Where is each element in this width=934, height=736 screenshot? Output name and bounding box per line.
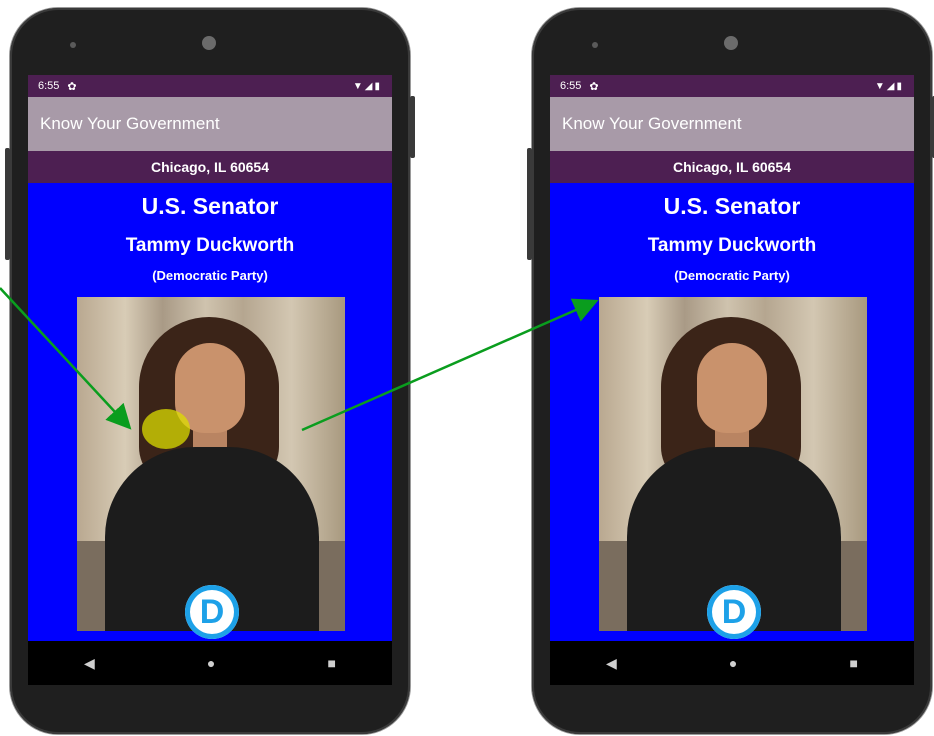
official-photo[interactable]: [77, 297, 345, 631]
camera-icon: [202, 36, 216, 50]
tap-marker: [142, 409, 190, 449]
app-screen: 6:55 ✿ ▼◢▮ Know Your Government Chicago,…: [28, 75, 392, 685]
camera-icon: [724, 36, 738, 50]
official-name: Tammy Duckworth: [125, 235, 295, 256]
office-title: U.S. Senator: [663, 193, 801, 219]
phone-frame-after: 6:55 ✿ ▼◢▮ Know Your Government Chicago,…: [527, 8, 934, 734]
app-title: Know Your Government: [40, 114, 220, 133]
app-bar: Know Your Government: [28, 97, 392, 151]
status-bar: 6:55 ✿ ▼◢▮: [550, 75, 914, 97]
speaker-icon: [70, 42, 76, 48]
app-bar: Know Your Government: [550, 97, 914, 151]
home-icon[interactable]: ●: [729, 655, 737, 671]
party-logo-icon[interactable]: D: [185, 585, 239, 639]
gear-icon: ✿: [67, 80, 77, 93]
official-name: Tammy Duckworth: [647, 235, 817, 256]
phone-frame-before: 6:55 ✿ ▼◢▮ Know Your Government Chicago,…: [5, 8, 415, 734]
location-bar: Chicago, IL 60654: [28, 151, 392, 183]
home-icon[interactable]: ●: [207, 655, 215, 671]
app-title: Know Your Government: [562, 114, 742, 133]
volume-button: [527, 148, 532, 260]
recents-icon[interactable]: ■: [849, 655, 857, 671]
official-party: (Democratic Party): [152, 268, 268, 283]
status-bar: 6:55 ✿ ▼◢▮: [28, 75, 392, 97]
volume-button: [5, 148, 10, 260]
photo-face: [697, 343, 767, 433]
official-photo[interactable]: [599, 297, 867, 631]
back-icon[interactable]: ◀: [84, 655, 95, 672]
nav-bar: ◀ ● ■: [28, 641, 392, 685]
recents-icon[interactable]: ■: [327, 655, 335, 671]
signal-battery-icon: ▼◢▮: [352, 80, 382, 92]
signal-battery-icon: ▼◢▮: [874, 80, 904, 92]
power-button: [410, 96, 415, 158]
office-title: U.S. Senator: [141, 193, 279, 219]
nav-bar: ◀ ● ■: [550, 641, 914, 685]
party-logo-icon[interactable]: D: [707, 585, 761, 639]
location-text: Chicago, IL 60654: [150, 159, 269, 175]
back-icon[interactable]: ◀: [606, 655, 617, 672]
gear-icon: ✿: [589, 80, 599, 93]
official-party: (Democratic Party): [674, 268, 790, 283]
location-bar: Chicago, IL 60654: [550, 151, 914, 183]
speaker-icon: [592, 42, 598, 48]
status-time: 6:55: [560, 80, 582, 92]
app-screen: 6:55 ✿ ▼◢▮ Know Your Government Chicago,…: [550, 75, 914, 685]
location-text: Chicago, IL 60654: [672, 159, 791, 175]
status-time: 6:55: [38, 80, 60, 92]
